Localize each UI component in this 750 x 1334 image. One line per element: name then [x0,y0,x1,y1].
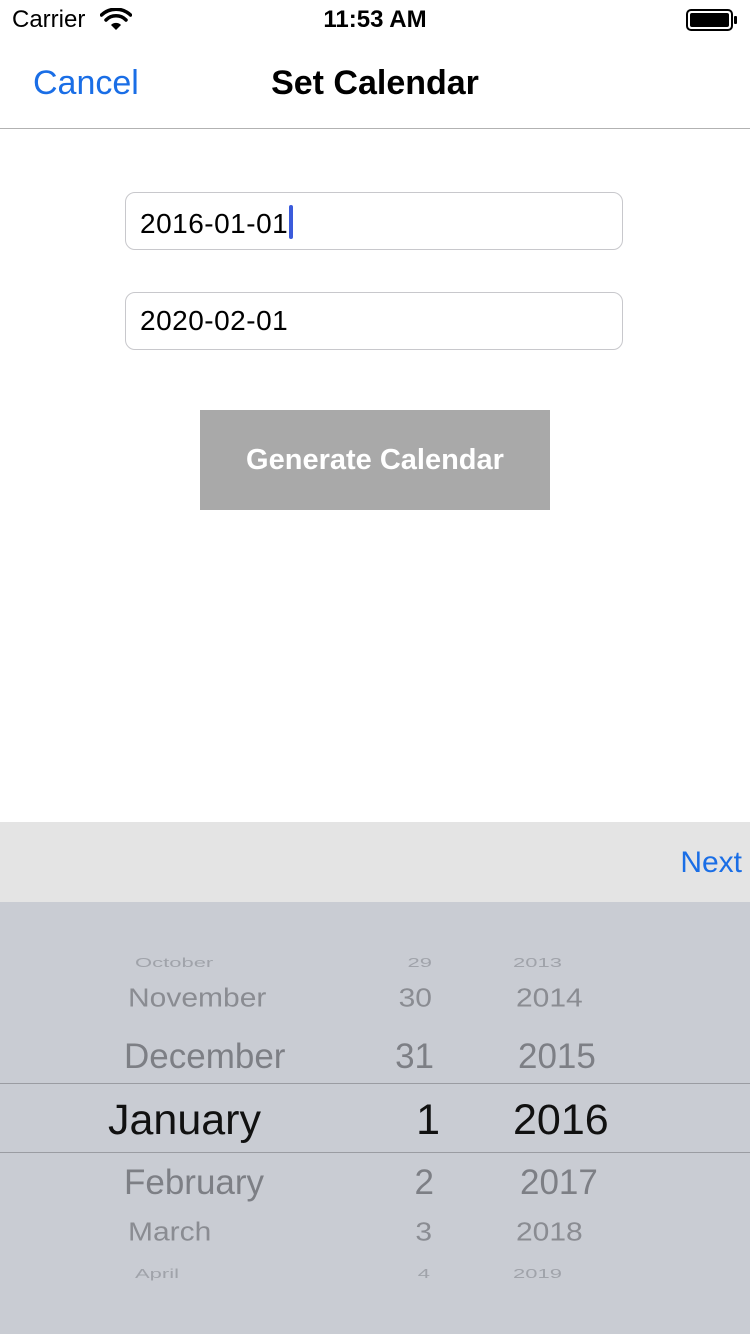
text-cursor [289,205,294,239]
picker-month-item[interactable]: November [128,985,266,1014]
picker-year-item[interactable]: 2013 [513,955,562,971]
picker-year-item[interactable]: 2018 [516,1219,583,1248]
next-button[interactable]: Next [680,846,742,880]
picker-day-selected[interactable]: 1 [416,1096,440,1145]
end-date-value: 2020-02-01 [140,305,289,336]
start-date-value: 2016-01-01 [140,208,289,239]
picker-month-item[interactable]: March [128,1219,211,1248]
status-time: 11:53 AM [323,6,427,33]
start-date-field[interactable]: 2016-01-01 [125,192,623,250]
picker-day-item[interactable]: 4 [418,1266,430,1282]
picker-day-item[interactable]: 31 [395,1037,434,1077]
picker-month-item[interactable]: February [124,1163,264,1203]
status-bar: Carrier 11:53 AM [0,0,750,40]
picker-day-item[interactable]: 2 [415,1163,434,1203]
picker-year-item[interactable]: 2014 [516,985,583,1014]
picker-month-item[interactable]: December [124,1037,285,1077]
picker-month-item[interactable]: April [135,1266,179,1282]
selection-bottom-line [0,1152,750,1153]
navigation-bar: Cancel Set Calendar [0,40,750,129]
picker-month-selected[interactable]: January [108,1096,261,1145]
page-title: Set Calendar [271,64,479,102]
picker-month-item[interactable]: October [135,955,213,971]
generate-calendar-button[interactable]: Generate Calendar [200,410,550,510]
picker-year-item[interactable]: 2015 [518,1037,596,1077]
picker-day-item[interactable]: 30 [399,985,432,1014]
picker-year-item[interactable]: 2019 [513,1266,562,1282]
date-picker[interactable]: October November December January Februa… [0,902,750,1334]
picker-day-item[interactable]: 3 [415,1219,432,1248]
picker-year-selected[interactable]: 2016 [513,1096,609,1145]
picker-year-item[interactable]: 2017 [520,1163,598,1203]
battery-icon [686,9,737,31]
selection-top-line [0,1083,750,1084]
end-date-field[interactable]: 2020-02-01 [125,292,623,350]
picker-day-item[interactable]: 29 [408,955,432,971]
input-toolbar: Next [0,822,750,902]
